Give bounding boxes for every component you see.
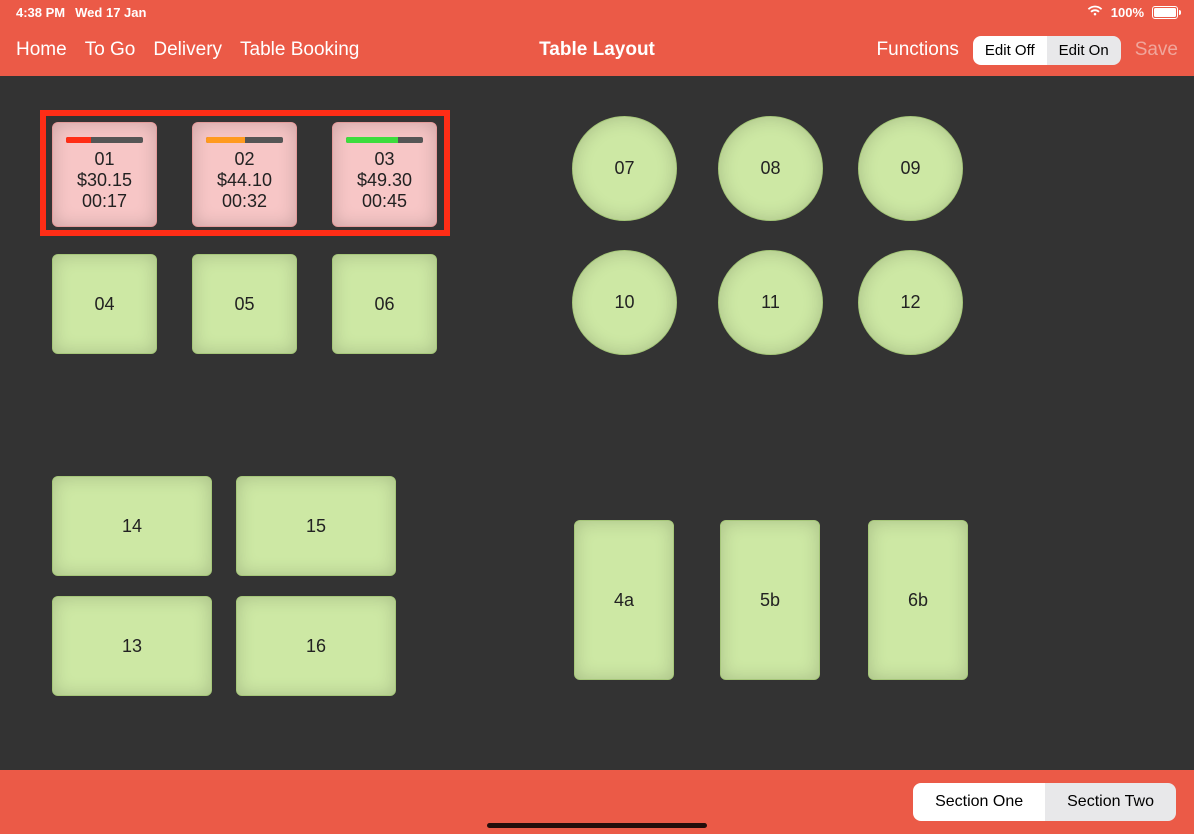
functions-button[interactable]: Functions [877, 39, 959, 61]
table-number: 09 [900, 158, 920, 179]
table-12[interactable]: 12 [858, 250, 963, 355]
table-number: 02 [234, 149, 254, 170]
table-5b[interactable]: 5b [720, 520, 820, 680]
table-number: 04 [94, 294, 114, 315]
table-price: $44.10 [217, 170, 272, 191]
table-02[interactable]: 02$44.1000:32 [192, 122, 297, 227]
table-number: 01 [94, 149, 114, 170]
nav-table-booking[interactable]: Table Booking [240, 39, 359, 61]
table-number: 03 [374, 149, 394, 170]
wifi-icon [1087, 5, 1103, 20]
table-09[interactable]: 09 [858, 116, 963, 221]
table-06[interactable]: 06 [332, 254, 437, 354]
table-13[interactable]: 13 [52, 596, 212, 696]
table-number: 16 [306, 636, 326, 657]
table-number: 07 [614, 158, 634, 179]
section-toggle: Section One Section Two [913, 783, 1176, 821]
home-indicator [487, 823, 707, 828]
table-price: $49.30 [357, 170, 412, 191]
table-number: 06 [374, 294, 394, 315]
battery-icon [1152, 6, 1178, 19]
battery-percent: 100% [1111, 5, 1144, 20]
table-number: 5b [760, 590, 780, 611]
table-number: 11 [761, 292, 780, 313]
table-time: 00:17 [82, 191, 127, 212]
table-01[interactable]: 01$30.1500:17 [52, 122, 157, 227]
table-15[interactable]: 15 [236, 476, 396, 576]
page-title: Table Layout [539, 39, 655, 61]
status-date: Wed 17 Jan [75, 5, 146, 20]
table-number: 08 [760, 158, 780, 179]
table-number: 15 [306, 516, 326, 537]
edit-on-button[interactable]: Edit On [1047, 36, 1121, 65]
section-one-button[interactable]: Section One [913, 783, 1045, 821]
progress-bar [346, 137, 422, 143]
section-two-button[interactable]: Section Two [1045, 783, 1176, 821]
table-07[interactable]: 07 [572, 116, 677, 221]
table-number: 14 [122, 516, 142, 537]
table-price: $30.15 [77, 170, 132, 191]
table-number: 4a [614, 590, 634, 611]
nav-togo[interactable]: To Go [85, 39, 136, 61]
table-04[interactable]: 04 [52, 254, 157, 354]
nav-home[interactable]: Home [16, 39, 67, 61]
table-number: 10 [614, 292, 634, 313]
table-number: 05 [234, 294, 254, 315]
nav-bar: Home To Go Delivery Table Booking Table … [0, 24, 1194, 76]
save-button[interactable]: Save [1135, 39, 1178, 61]
status-bar: 4:38 PM Wed 17 Jan 100% [0, 0, 1194, 24]
table-canvas[interactable]: 01$30.1500:1702$44.1000:3203$49.3000:450… [0, 76, 1194, 770]
table-16[interactable]: 16 [236, 596, 396, 696]
progress-bar [206, 137, 282, 143]
table-14[interactable]: 14 [52, 476, 212, 576]
edit-mode-toggle: Edit Off Edit On [973, 36, 1121, 65]
table-4a[interactable]: 4a [574, 520, 674, 680]
table-03[interactable]: 03$49.3000:45 [332, 122, 437, 227]
table-10[interactable]: 10 [572, 250, 677, 355]
table-6b[interactable]: 6b [868, 520, 968, 680]
table-number: 12 [900, 292, 920, 313]
table-11[interactable]: 11 [718, 250, 823, 355]
table-number: 6b [908, 590, 928, 611]
table-time: 00:45 [362, 191, 407, 212]
table-08[interactable]: 08 [718, 116, 823, 221]
progress-bar [66, 137, 142, 143]
table-time: 00:32 [222, 191, 267, 212]
status-time: 4:38 PM [16, 5, 65, 20]
table-number: 13 [122, 636, 142, 657]
table-05[interactable]: 05 [192, 254, 297, 354]
edit-off-button[interactable]: Edit Off [973, 36, 1047, 65]
nav-delivery[interactable]: Delivery [153, 39, 222, 61]
